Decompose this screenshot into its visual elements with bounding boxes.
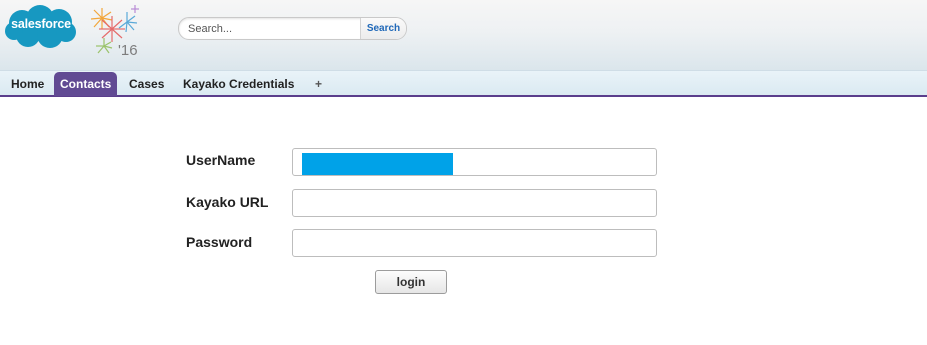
logo-text: salesforce xyxy=(11,17,71,31)
tab-kayako-credentials[interactable]: Kayako Credentials xyxy=(177,72,300,96)
header: salesforce '16 Search... Search xyxy=(0,0,927,70)
search-button[interactable]: Search xyxy=(360,18,406,39)
tab-home[interactable]: Home xyxy=(5,72,50,96)
kayako-url-label: Kayako URL xyxy=(186,194,269,210)
add-tab-icon[interactable]: + xyxy=(309,72,328,96)
tab-cases[interactable]: Cases xyxy=(123,72,170,96)
tab-contacts[interactable]: Contacts xyxy=(54,72,118,96)
password-label: Password xyxy=(186,234,253,250)
salesforce-logo[interactable]: salesforce xyxy=(4,4,78,50)
fireworks-icon: '16 xyxy=(90,5,139,58)
search-input[interactable] xyxy=(179,18,359,39)
login-button[interactable]: login xyxy=(375,270,447,294)
username-label: UserName xyxy=(186,152,256,168)
search-box: Search xyxy=(178,17,407,40)
password-field[interactable] xyxy=(292,229,657,257)
tab-bar: Home Contacts Cases Kayako Credentials + xyxy=(0,70,927,97)
kayako-url-field[interactable] xyxy=(292,189,657,217)
release-badge: '16 xyxy=(118,42,138,58)
redacted-username xyxy=(302,153,453,175)
